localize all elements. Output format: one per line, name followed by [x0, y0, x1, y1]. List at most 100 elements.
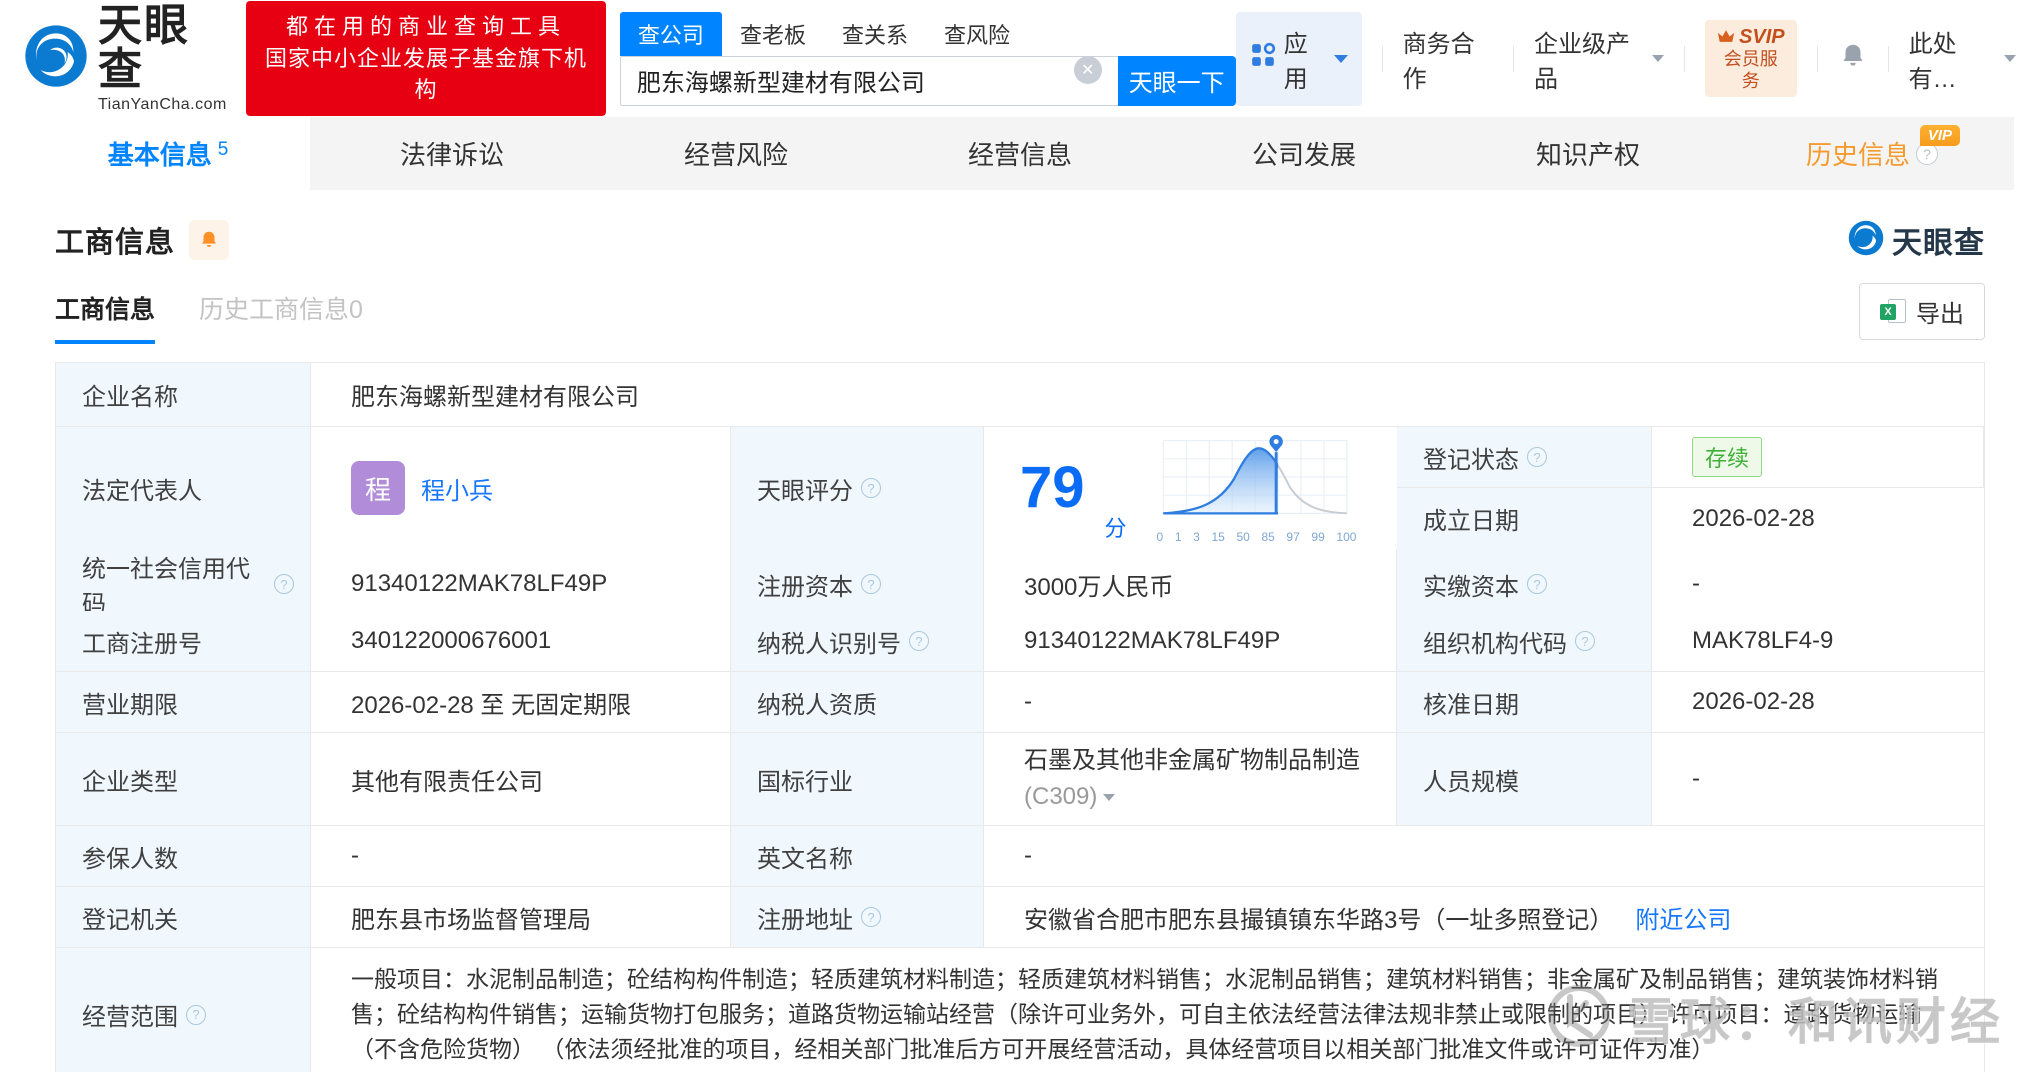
- enterprise-products-label: 企业级产品: [1533, 30, 1630, 93]
- field-label: 英文名称: [731, 826, 984, 886]
- staff-size-value: -: [1652, 733, 1984, 825]
- company-nav-tabs: 基本信息 5 法律诉讼 经营风险 经营信息 公司发展 知识产权 VIP 历史信息…: [26, 117, 2014, 190]
- table-row-business-term: 营业期限 2026-02-28 至 无固定期限 纳税人资质 - 核准日期 202…: [56, 672, 1984, 733]
- tab-basic-info[interactable]: 基本信息 5: [26, 117, 310, 190]
- credit-code-value: 91340122MAK78LF49P: [311, 549, 731, 619]
- field-label: 经营范围?: [56, 948, 311, 1072]
- apps-menu[interactable]: 应用: [1235, 11, 1362, 106]
- legal-rep-link[interactable]: 程小兵: [421, 471, 493, 506]
- industry-code: (C309): [1024, 783, 1098, 810]
- tab-label: 基本信息: [107, 140, 212, 170]
- user-account-label: 此处有…: [1908, 30, 1957, 93]
- tab-intellectual-property[interactable]: 知识产权: [1446, 117, 1730, 190]
- promo-banner: 都在用的商业查询工具 国家中小企业发展子基金旗下机构: [245, 0, 606, 117]
- notification-bell-icon[interactable]: [1838, 41, 1868, 76]
- field-label: 营业期限: [56, 672, 311, 732]
- reg-capital-value: 3000万人民币: [984, 549, 1397, 619]
- tab-legal-litigation[interactable]: 法律诉讼: [310, 117, 594, 190]
- field-label: 参保人数: [56, 826, 311, 886]
- taxpayer-id-value: 91340122MAK78LF49P: [984, 611, 1397, 671]
- enterprise-products-link[interactable]: 企业级产品: [1534, 24, 1664, 94]
- main-content: 工商信息 天眼查 工商信息 历史工商信息0 X 导出 企业名称 肥东海螺新型建材…: [0, 218, 2040, 1072]
- svip-member-badge[interactable]: SVIP 会员服务: [1704, 19, 1797, 98]
- business-term-value: 2026-02-28 至 无固定期限: [311, 672, 731, 732]
- establish-date-value: 2026-02-28: [1652, 488, 1984, 549]
- industry-name: 石墨及其他非金属矿物制品制造: [1024, 747, 1360, 774]
- table-row-insured-count: 参保人数 - 英文名称 -: [56, 826, 1984, 887]
- chevron-down-icon: [2003, 55, 2016, 62]
- divider: [1513, 45, 1514, 72]
- chevron-down-icon: [1333, 54, 1348, 63]
- search-tab-relation[interactable]: 查关系: [824, 12, 926, 56]
- divider: [1683, 45, 1685, 72]
- header-menu: 应用 商务合作 企业级产品 SVIP 会员服务 此处有…: [1235, 11, 2016, 106]
- svip-subtext: 会员服务: [1723, 48, 1778, 91]
- promo-line2: 国家中小企业发展子基金旗下机构: [264, 45, 587, 103]
- reg-status-label: 登记状态: [1423, 446, 1519, 474]
- tianyancha-logo[interactable]: 天眼查 TianYanCha.com: [24, 3, 228, 114]
- tab-company-development[interactable]: 公司发展: [1162, 117, 1446, 190]
- subtab-business-info[interactable]: 工商信息: [55, 290, 156, 344]
- score-curve-chart: 01 3 15 50 85 97 99 100: [1155, 433, 1359, 544]
- org-code-value: MAK78LF4-9: [1652, 611, 1984, 671]
- table-row-reg-authority: 登记机关 肥东县市场监督管理局 注册地址? 安徽省合肥市肥东县撮镇镇东华路3号（…: [56, 887, 1984, 948]
- field-label: 企业类型: [56, 733, 311, 825]
- field-label: 国标行业: [731, 733, 984, 825]
- divider: [1887, 45, 1889, 72]
- help-icon[interactable]: ?: [861, 574, 881, 594]
- tab-operation-risk[interactable]: 经营风险: [594, 117, 878, 190]
- avatar[interactable]: 程: [351, 461, 405, 515]
- help-icon[interactable]: ?: [1527, 447, 1547, 467]
- approval-date-value: 2026-02-28: [1652, 672, 1984, 732]
- help-icon[interactable]: ?: [186, 1004, 206, 1025]
- insured-count-value: -: [311, 826, 731, 886]
- business-cooperation-link[interactable]: 商务合作: [1403, 24, 1493, 94]
- help-icon[interactable]: ?: [1575, 631, 1595, 651]
- search-tab-boss[interactable]: 查老板: [722, 12, 824, 56]
- field-label: 统一社会信用代码?: [56, 549, 311, 619]
- tab-label: 经营风险: [683, 140, 788, 170]
- section-title: 工商信息: [55, 227, 176, 259]
- nearby-companies-link[interactable]: 附近公司: [1635, 900, 1731, 935]
- search-tab-risk[interactable]: 查风险: [926, 12, 1028, 56]
- help-icon[interactable]: ?: [274, 574, 294, 594]
- search-tabs: 查公司 查老板 查关系 查风险: [619, 11, 1236, 56]
- table-row-credit-code: 统一社会信用代码? 91340122MAK78LF49P 注册资本? 3000万…: [56, 549, 1984, 619]
- chevron-down-icon[interactable]: [1103, 793, 1116, 801]
- help-icon[interactable]: ?: [861, 478, 881, 498]
- field-label: 核准日期: [1397, 672, 1652, 732]
- industry-value[interactable]: 石墨及其他非金属矿物制品制造 (C309): [984, 733, 1397, 825]
- field-label: 注册地址?: [731, 887, 984, 947]
- top-header: 天眼查 TianYanCha.com 都在用的商业查询工具 国家中小企业发展子基…: [0, 0, 2040, 117]
- search-box: 查公司 查老板 查关系 查风险 ✕ 天眼一下: [619, 11, 1236, 106]
- logo-swirl-icon: [1848, 220, 1884, 261]
- score-unit: 分: [1104, 516, 1127, 541]
- search-tab-company[interactable]: 查公司: [619, 11, 722, 56]
- help-icon[interactable]: ?: [1527, 574, 1547, 594]
- subtab-history-business-info[interactable]: 历史工商信息0: [199, 290, 363, 344]
- tab-history-info[interactable]: VIP 历史信息 ?: [1730, 117, 2014, 190]
- field-label: 实缴资本?: [1397, 549, 1652, 619]
- score-axis-labels: 01 3 15 50 85 97 99 100: [1156, 529, 1357, 544]
- field-label: 工商注册号: [56, 611, 311, 671]
- vip-badge: VIP: [1919, 125, 1960, 146]
- clear-search-icon[interactable]: ✕: [1073, 55, 1102, 84]
- field-label: 纳税人资质: [731, 672, 984, 732]
- tab-count: 5: [217, 138, 229, 160]
- score-label: 天眼评分: [757, 477, 853, 505]
- score-pin-icon: [1268, 434, 1283, 452]
- field-label: 纳税人识别号?: [731, 611, 984, 671]
- divider: [1816, 45, 1818, 72]
- field-label: 天眼评分 ?: [731, 427, 984, 549]
- user-account-menu[interactable]: 此处有…: [1909, 24, 2016, 94]
- search-button[interactable]: 天眼一下: [1117, 55, 1236, 106]
- field-label: 人员规模: [1397, 733, 1652, 825]
- search-input[interactable]: [619, 55, 1118, 106]
- tab-operation-info[interactable]: 经营信息: [878, 117, 1162, 190]
- logo-swirl-icon: [24, 24, 88, 93]
- export-button[interactable]: X 导出: [1859, 283, 1985, 340]
- help-icon[interactable]: ?: [861, 907, 881, 927]
- section-brand-logo: 天眼查: [1848, 218, 1985, 262]
- monitor-bell-icon[interactable]: [189, 220, 230, 260]
- help-icon[interactable]: ?: [909, 631, 929, 651]
